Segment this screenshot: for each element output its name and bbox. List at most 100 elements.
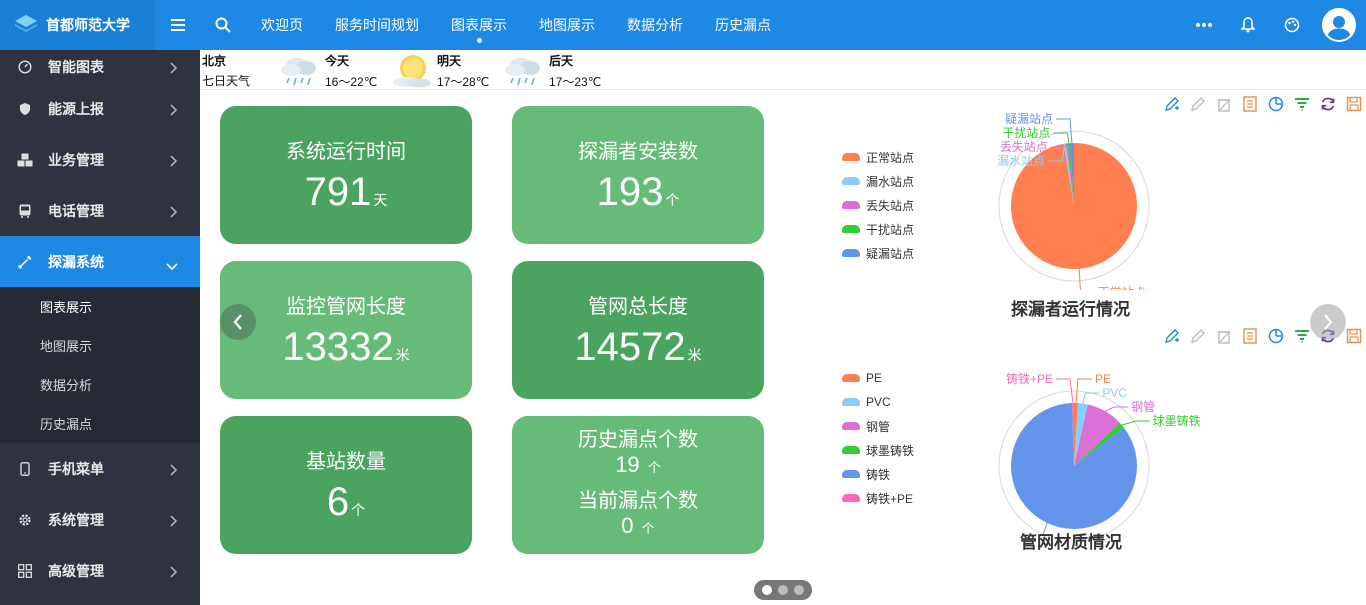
sidebar-item-mobile-menu[interactable]: 手机菜单: [0, 443, 200, 494]
restore-icon[interactable]: [1318, 94, 1338, 114]
card-current-row: 0 个: [621, 513, 654, 542]
rain-cloud-icon: [277, 52, 323, 93]
sidebar-item-business[interactable]: 业务管理: [0, 134, 200, 185]
bus-icon: [16, 204, 34, 218]
weather-day-temp: 17～23℃: [549, 75, 602, 89]
legend-item[interactable]: 疑漏站点: [842, 241, 914, 265]
legend-swatch: [842, 470, 860, 478]
sidebar-item-energy-report[interactable]: 能源上报: [0, 83, 200, 134]
funnel-icon[interactable]: [1292, 94, 1312, 114]
sidebar-item-label: 手机菜单: [48, 460, 104, 477]
nav-history-leaks[interactable]: 历史漏点: [699, 0, 787, 50]
card-installs: 探漏者安装数 193 个: [512, 106, 764, 244]
card-title: 监控管网长度: [286, 296, 406, 318]
legend-item[interactable]: 丢失站点: [842, 193, 914, 217]
legend-label: PE: [866, 371, 883, 385]
sidebar-item-label: 电话管理: [48, 202, 104, 219]
rain-cloud-icon: [501, 52, 547, 93]
card-current-value: 0: [621, 513, 634, 538]
data-view-icon[interactable]: [1240, 326, 1260, 346]
nav-service-schedule[interactable]: 服务时间规划: [319, 0, 435, 50]
sidebar-subitem-map[interactable]: 地图展示: [0, 326, 200, 365]
card-value-row: 14572 米: [574, 325, 701, 370]
sidebar-item-leak-system[interactable]: 探漏系统: [0, 236, 200, 287]
legend-label: 铸铁+PE: [866, 491, 914, 506]
sun-cloud-icon: [389, 52, 435, 93]
pie-slice-label: 正常站点: [1098, 286, 1146, 290]
top-right-tools: [1182, 0, 1366, 50]
legend-swatch: [842, 225, 860, 233]
user-avatar[interactable]: [1322, 8, 1356, 42]
data-view-icon[interactable]: [1240, 94, 1260, 114]
card-total-length: 管网总长度 14572 米: [512, 261, 764, 399]
chart2-title: 管网材质情况: [1020, 533, 1122, 552]
sidebar-item-label: 智能图表: [48, 58, 104, 75]
brand[interactable]: 首都师范大学: [0, 0, 155, 50]
chart1-legend: 正常站点漏水站点 丢失站点 干扰站点 疑漏站点: [842, 145, 914, 265]
chevron-right-icon: [170, 205, 178, 221]
card-value-row: 791 天: [305, 170, 388, 215]
card-current-title: 当前漏点个数: [578, 490, 698, 512]
card-unit: 个: [647, 460, 661, 475]
carousel-prev-button[interactable]: [220, 304, 256, 340]
nav-charts[interactable]: 图表展示: [435, 0, 523, 50]
sidebar-subitem-charts[interactable]: 图表展示: [0, 287, 200, 326]
card-value: 6: [326, 480, 350, 524]
legend-label: 正常站点: [866, 150, 915, 165]
legend-item[interactable]: 球墨铸铁: [842, 438, 914, 462]
sidebar-subitem-history[interactable]: 历史漏点: [0, 404, 200, 443]
nav-analysis[interactable]: 数据分析: [611, 0, 699, 50]
carousel-dot[interactable]: [762, 585, 772, 595]
legend-item[interactable]: PVC: [842, 390, 914, 414]
legend-item[interactable]: PE: [842, 366, 914, 390]
legend-item[interactable]: 漏水站点: [842, 169, 914, 193]
carousel-dot[interactable]: [778, 585, 788, 595]
weather-day-temp: 16～22℃: [325, 75, 378, 89]
card-value-row: 193 个: [597, 170, 680, 215]
card-uptime: 系统运行时间 791 天: [220, 106, 472, 244]
sidebar-item-smart-charts[interactable]: 智能图表: [0, 50, 200, 83]
chart1-title: 探漏者运行情况: [1011, 300, 1130, 319]
legend-swatch: [842, 374, 860, 382]
top-bar: 首都师范大学 欢迎页 服务时间规划 图表展示 地图展示 数据分析 历史漏点: [0, 0, 1366, 50]
menu-toggle-icon[interactable]: [155, 0, 200, 50]
brand-name: 首都师范大学: [46, 17, 130, 33]
carousel-next-button[interactable]: [1310, 304, 1346, 340]
sidebar-item-advanced[interactable]: 高级管理: [0, 545, 200, 596]
nav-welcome[interactable]: 欢迎页: [245, 0, 319, 50]
chevron-right-icon: [170, 463, 178, 479]
chart1-pie: 正常站点 疑漏站点干扰站点丢失站点漏水站点: [997, 111, 1150, 290]
legend-item[interactable]: 干扰站点: [842, 217, 914, 241]
card-title: 基站数量: [306, 451, 386, 473]
sidebar-subitem-analysis[interactable]: 数据分析: [0, 365, 200, 404]
main-nav: 欢迎页 服务时间规划 图表展示 地图展示 数据分析 历史漏点: [245, 0, 787, 50]
legend-item[interactable]: 钢管: [842, 414, 914, 438]
funnel-icon[interactable]: [1292, 326, 1312, 346]
legend-swatch: [842, 249, 860, 257]
search-icon[interactable]: [200, 0, 245, 50]
card-value-row: 13332 米: [282, 325, 409, 370]
legend-item[interactable]: 正常站点: [842, 145, 914, 169]
nav-map[interactable]: 地图展示: [523, 0, 611, 50]
weather-city: 北京: [202, 54, 227, 68]
sidebar-item-phone[interactable]: 电话管理: [0, 185, 200, 236]
sidebar-item-label: 高级管理: [48, 562, 104, 579]
chevron-right-icon: [170, 154, 178, 170]
pie-toggle-icon[interactable]: [1266, 326, 1286, 346]
legend-item[interactable]: 铸铁: [842, 462, 914, 486]
save-image-icon[interactable]: [1344, 326, 1364, 346]
legend-label: 钢管: [866, 419, 891, 434]
sidebar-item-system[interactable]: 系统管理: [0, 494, 200, 545]
legend-item[interactable]: 铸铁+PE: [842, 486, 914, 510]
weather-day-name: 今天: [325, 54, 350, 68]
more-icon[interactable]: [1182, 0, 1226, 50]
palette-icon[interactable]: [1270, 0, 1314, 50]
carousel-dot[interactable]: [794, 585, 804, 595]
pie-slice-label: 钢管: [1131, 399, 1155, 414]
bell-icon[interactable]: [1226, 0, 1270, 50]
pie-toggle-icon[interactable]: [1266, 94, 1286, 114]
card-value: 791: [304, 170, 372, 214]
save-image-icon[interactable]: [1344, 94, 1364, 114]
legend-swatch: [842, 446, 860, 454]
legend-label: PVC: [866, 395, 891, 409]
